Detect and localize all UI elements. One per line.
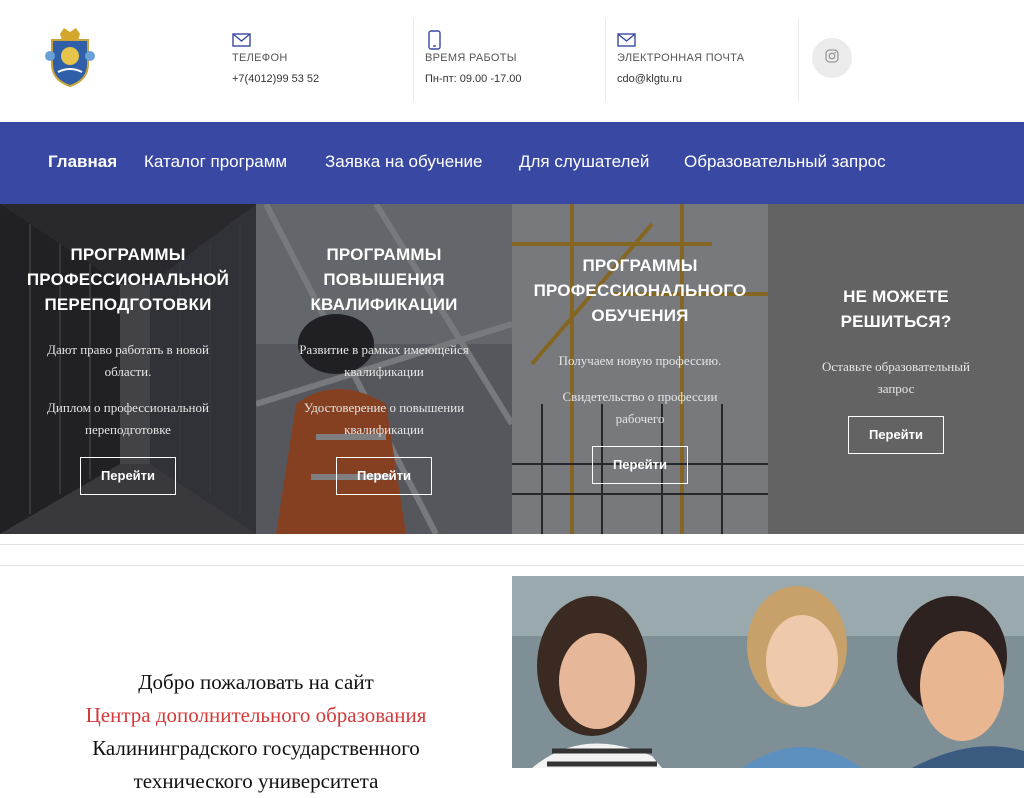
- card-description: Получаем новую профессию.: [558, 353, 722, 368]
- card-title-line: ПОВЫШЕНИЯ: [323, 270, 445, 289]
- site-header: ТЕЛЕФОН +7(4012)99 53 52 ВРЕМЯ РАБОТЫ Пн…: [0, 0, 1024, 122]
- main-navigation: Главная Каталог программ Заявка на обуче…: [0, 122, 1024, 204]
- nav-item-home[interactable]: Главная: [48, 152, 117, 172]
- card-vocational-training: ПРОГРАММЫ ПРОФЕССИОНАЛЬНОГО ОБУЧЕНИЯ Пол…: [512, 204, 768, 534]
- card-description: Оставьте образовательный запрос: [822, 359, 970, 396]
- go-button[interactable]: Перейти: [80, 457, 176, 495]
- instagram-icon: [825, 48, 839, 68]
- contact-label: ТЕЛЕФОН: [232, 52, 288, 64]
- card-title: ПРОГРАММЫ ПОВЫШЕНИЯ КВАЛИФИКАЦИИ: [256, 242, 512, 317]
- card-title-line: ПРОГРАММЫ: [582, 256, 698, 275]
- university-coat-of-arms-logo[interactable]: [44, 26, 96, 90]
- card-title-line: РЕШИТЬСЯ?: [840, 312, 952, 331]
- mail-icon: [617, 30, 637, 50]
- card-content: НЕ МОЖЕТЕ РЕШИТЬСЯ? Оставьте образовател…: [768, 284, 1024, 454]
- divider: [0, 544, 1024, 545]
- nav-item-application[interactable]: Заявка на обучение: [325, 152, 482, 172]
- go-button[interactable]: Перейти: [336, 457, 432, 495]
- card-title-line: КВАЛИФИКАЦИИ: [310, 295, 458, 314]
- card-credential: Свидетельство о профессии рабочего: [562, 389, 718, 426]
- nav-item-for-students[interactable]: Для слушателей: [519, 152, 649, 172]
- phone-number[interactable]: +7(4012)99 53 52: [232, 73, 319, 85]
- card-title-line: НЕ МОЖЕТЕ: [843, 287, 949, 306]
- welcome-university-name: технического университета: [133, 769, 379, 793]
- card-title-line: ПРОФЕССИОНАЛЬНОЙ: [26, 270, 230, 289]
- welcome-line: Добро пожаловать на сайт: [138, 670, 374, 694]
- divider: [605, 18, 606, 102]
- card-title: НЕ МОЖЕТЕ РЕШИТЬСЯ?: [768, 284, 1024, 334]
- contact-hours: ВРЕМЯ РАБОТЫ Пн-пт: 09.00 -17.00: [425, 18, 595, 102]
- program-cards: ПРОГРАММЫ ПРОФЕССИОНАЛЬНОЙ ПЕРЕПОДГОТОВК…: [0, 204, 1024, 534]
- card-credential: Диплом о профессиональной переподготовке: [47, 400, 209, 437]
- instagram-button[interactable]: [812, 38, 852, 78]
- contact-label: ЭЛЕКТРОННАЯ ПОЧТА: [617, 52, 745, 64]
- divider: [413, 18, 414, 102]
- contact-phone: ТЕЛЕФОН +7(4012)99 53 52: [232, 18, 402, 102]
- card-title-line: ПРОГРАММЫ: [326, 245, 442, 264]
- nav-item-educational-request[interactable]: Образовательный запрос: [684, 152, 886, 172]
- card-undecided: НЕ МОЖЕТЕ РЕШИТЬСЯ? Оставьте образовател…: [768, 204, 1024, 534]
- card-title-line: ПРОГРАММЫ: [70, 245, 186, 264]
- welcome-university-name: Калининградского государственного: [92, 736, 420, 760]
- card-title-line: ПРОФЕССИОНАЛЬНОГО: [533, 281, 747, 300]
- email-address[interactable]: cdo@klgtu.ru: [617, 73, 682, 85]
- working-hours: Пн-пт: 09.00 -17.00: [425, 73, 522, 85]
- divider: [0, 565, 1024, 566]
- card-title: ПРОГРАММЫ ПРОФЕССИОНАЛЬНОГО ОБУЧЕНИЯ: [512, 253, 768, 328]
- welcome-text: Добро пожаловать на сайт Центра дополнит…: [0, 666, 512, 798]
- mail-icon: [232, 30, 252, 50]
- card-credential: Удостоверение о повышении квалификации: [303, 400, 465, 437]
- card-qualification-improvement: ПРОГРАММЫ ПОВЫШЕНИЯ КВАЛИФИКАЦИИ Развити…: [256, 204, 512, 534]
- card-title: ПРОГРАММЫ ПРОФЕССИОНАЛЬНОЙ ПЕРЕПОДГОТОВК…: [0, 242, 256, 317]
- card-description: Развитие в рамках имеющейся квалификации: [299, 342, 469, 379]
- card-content: ПРОГРАММЫ ПОВЫШЕНИЯ КВАЛИФИКАЦИИ Развити…: [256, 242, 512, 495]
- welcome-center-name: Центра дополнительного образования: [85, 703, 427, 727]
- card-content: ПРОГРАММЫ ПРОФЕССИОНАЛЬНОЙ ПЕРЕПОДГОТОВК…: [0, 242, 256, 495]
- card-content: ПРОГРАММЫ ПРОФЕССИОНАЛЬНОГО ОБУЧЕНИЯ Пол…: [512, 253, 768, 484]
- contact-email: ЭЛЕКТРОННАЯ ПОЧТА cdo@klgtu.ru: [617, 18, 787, 102]
- go-button[interactable]: Перейти: [592, 446, 688, 484]
- card-description: Дают право работать в новой области.: [47, 342, 209, 379]
- students-photo: [512, 576, 1024, 768]
- card-title-line: ОБУЧЕНИЯ: [591, 306, 689, 325]
- contact-label: ВРЕМЯ РАБОТЫ: [425, 52, 517, 64]
- phone-icon: [425, 30, 445, 50]
- divider: [798, 18, 799, 102]
- nav-item-catalog[interactable]: Каталог программ: [144, 152, 287, 172]
- go-button[interactable]: Перейти: [848, 416, 944, 454]
- card-professional-retraining: ПРОГРАММЫ ПРОФЕССИОНАЛЬНОЙ ПЕРЕПОДГОТОВК…: [0, 204, 256, 534]
- card-title-line: ПЕРЕПОДГОТОВКИ: [44, 295, 212, 314]
